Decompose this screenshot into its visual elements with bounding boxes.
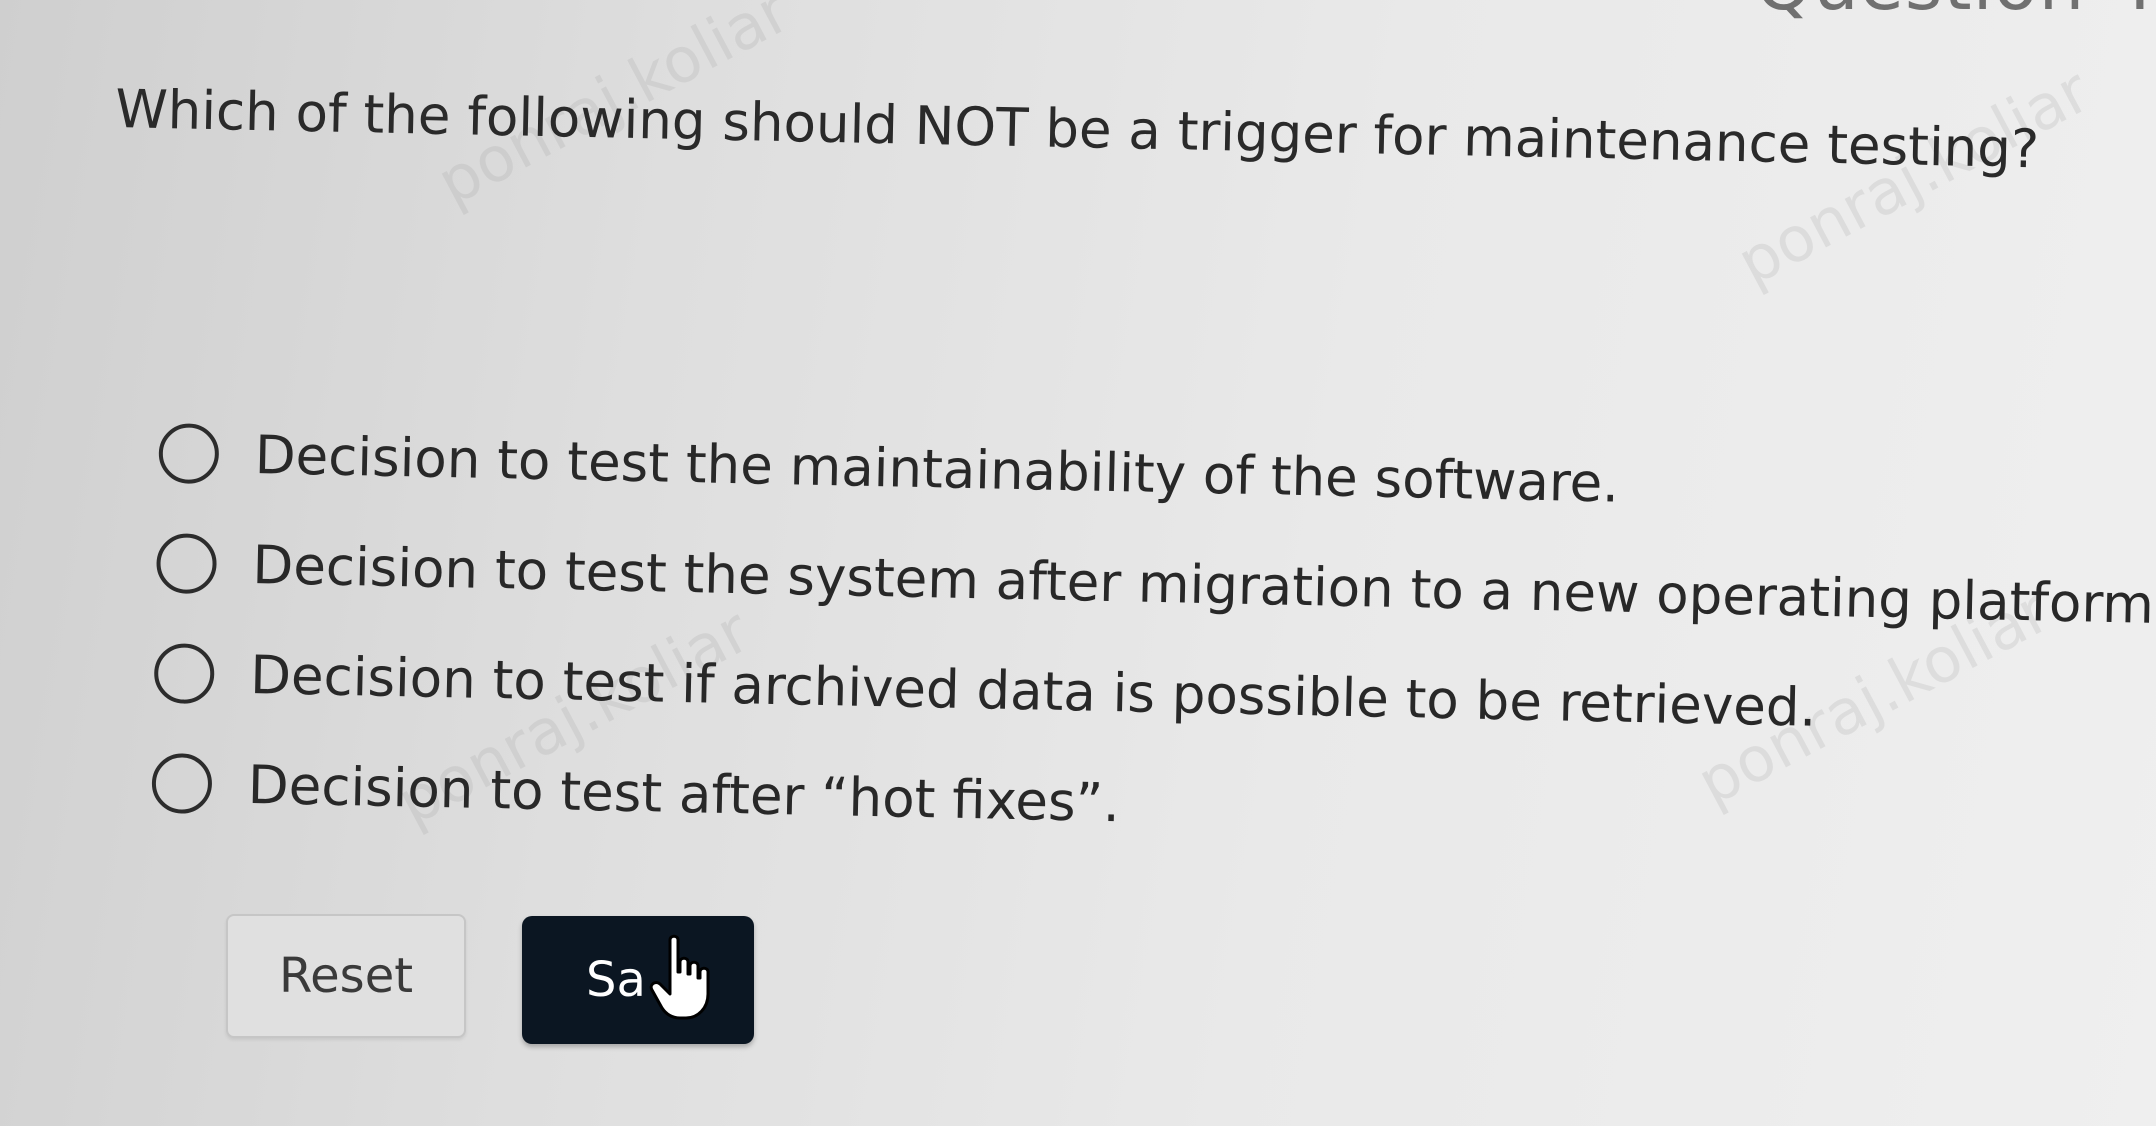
answer-option-label: Decision to test if archived data is pos… [249, 644, 1817, 739]
question-number-header: Question 4 [1755, 0, 2156, 26]
quiz-screen: ponraj.koliar ponraj.koliar ponraj.kolia… [0, 0, 2156, 1126]
radio-button[interactable] [155, 532, 218, 595]
answer-options: Decision to test the maintainability of … [151, 398, 2156, 880]
save-button[interactable]: Sa [522, 916, 754, 1044]
reset-button[interactable]: Reset [226, 914, 466, 1038]
radio-button[interactable] [151, 752, 213, 815]
answer-option-label: Decision to test after “hot fixes”. [247, 754, 1121, 834]
radio-button[interactable] [158, 422, 220, 485]
answer-option-label: Decision to test the system after migrat… [251, 534, 2156, 636]
question-text: Which of the following should NOT be a t… [114, 78, 2040, 181]
radio-button[interactable] [153, 642, 215, 705]
answer-option-label: Decision to test the maintainability of … [254, 424, 1620, 515]
